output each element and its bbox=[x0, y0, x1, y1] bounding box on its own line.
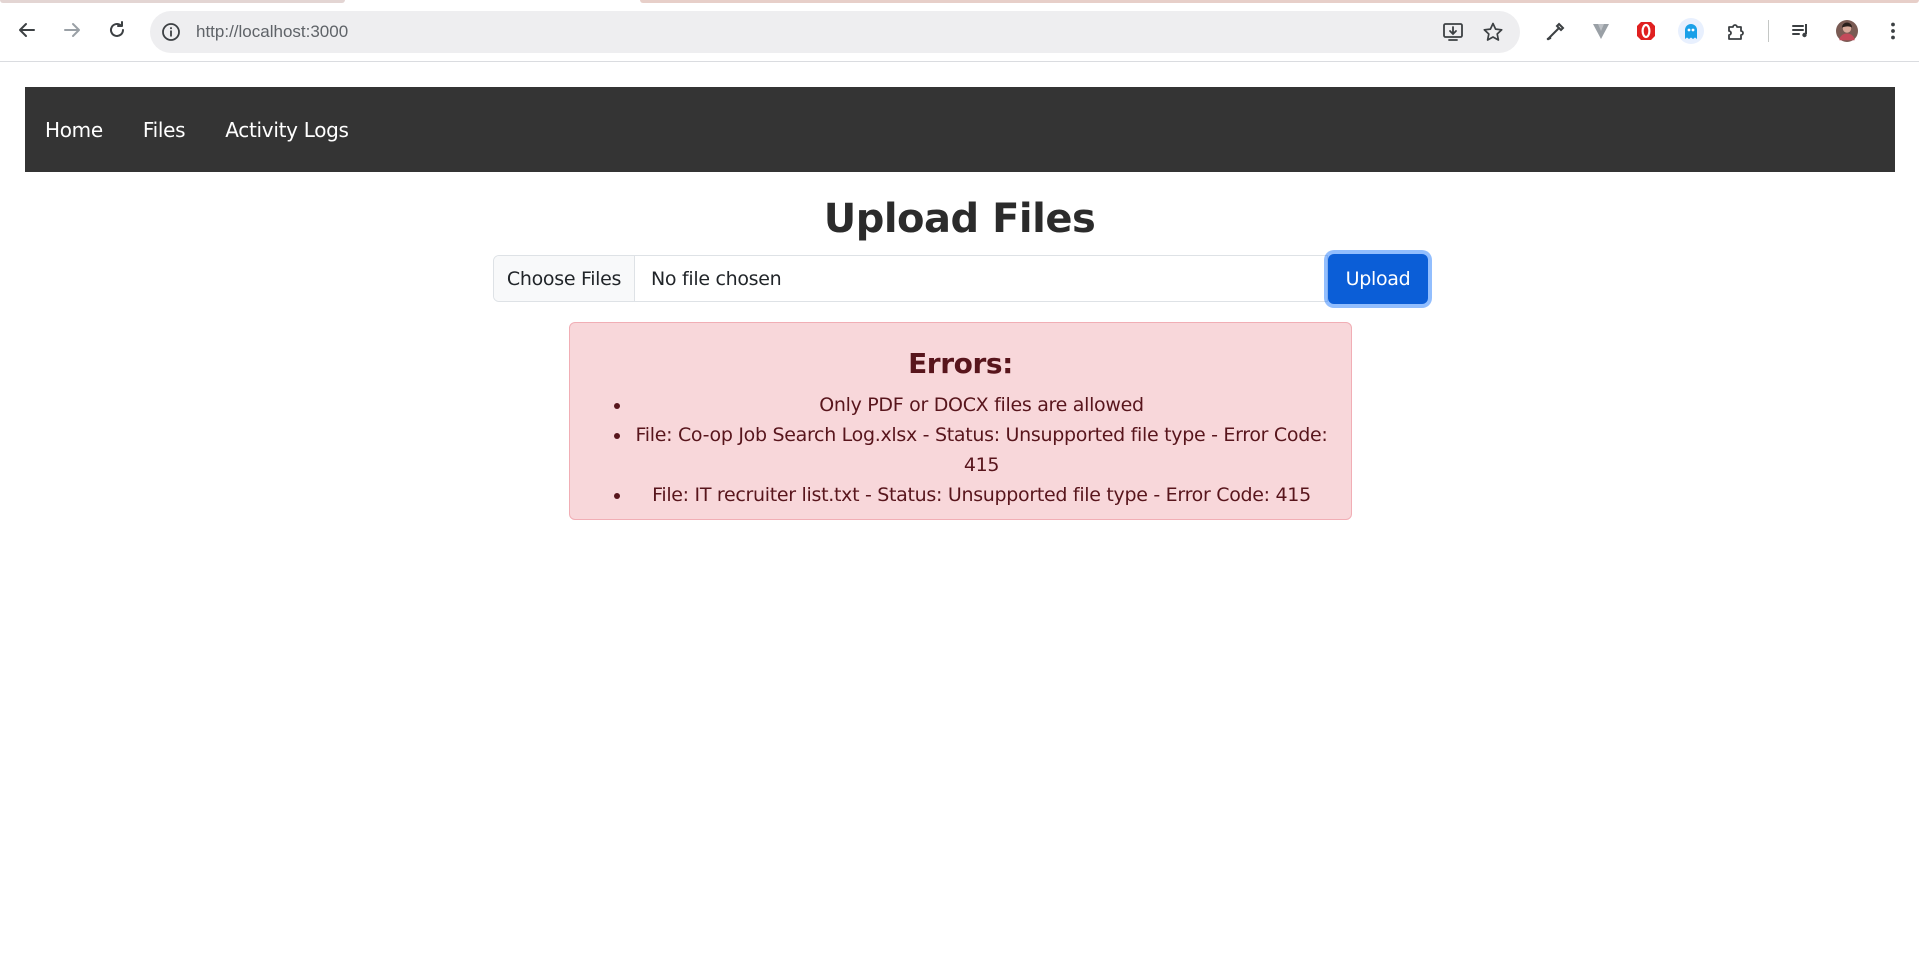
error-item: Only PDF or DOCX files are allowed bbox=[632, 390, 1331, 420]
upload-form: Choose Files No file chosen Upload bbox=[493, 254, 1428, 304]
tab-edge-left bbox=[0, 0, 345, 3]
choose-files-button[interactable]: Choose Files bbox=[494, 256, 635, 301]
tab-strip-edge bbox=[0, 0, 1919, 3]
nav-link-activity-logs[interactable]: Activity Logs bbox=[225, 118, 349, 142]
arrow-left-icon[interactable] bbox=[12, 15, 42, 45]
media-control-icon[interactable] bbox=[1788, 18, 1814, 44]
v-extension-icon[interactable] bbox=[1588, 18, 1614, 44]
error-alert: Errors: Only PDF or DOCX files are allow… bbox=[569, 322, 1352, 520]
browser-toolbar: http://localhost:3000 bbox=[0, 0, 1919, 62]
star-icon[interactable] bbox=[1481, 20, 1505, 44]
error-heading: Errors: bbox=[908, 347, 1013, 380]
page-title: Upload Files bbox=[823, 196, 1096, 242]
puzzle-icon[interactable] bbox=[1723, 18, 1749, 44]
avatar[interactable] bbox=[1834, 18, 1860, 44]
main-navbar: Home Files Activity Logs bbox=[25, 87, 1895, 172]
nav-link-home[interactable]: Home bbox=[45, 118, 103, 142]
url-text[interactable]: http://localhost:3000 bbox=[196, 21, 348, 43]
ghost-extension-icon[interactable] bbox=[1678, 18, 1704, 44]
eyedropper-icon[interactable] bbox=[1543, 18, 1569, 44]
error-item: File: Co-op Job Search Log.xlsx - Status… bbox=[632, 420, 1331, 480]
info-icon[interactable] bbox=[160, 21, 182, 43]
arrow-right-icon[interactable] bbox=[57, 15, 87, 45]
toolbar-divider bbox=[1768, 20, 1769, 42]
error-item: File: IT recruiter list.txt - Status: Un… bbox=[632, 480, 1331, 510]
upload-button[interactable]: Upload bbox=[1328, 254, 1428, 304]
tab-edge-right bbox=[640, 0, 1919, 3]
reload-icon[interactable] bbox=[102, 15, 132, 45]
error-list: Only PDF or DOCX files are allowed File:… bbox=[570, 390, 1351, 510]
opera-extension-icon[interactable] bbox=[1633, 18, 1659, 44]
install-app-icon[interactable] bbox=[1441, 20, 1465, 44]
address-bar[interactable]: http://localhost:3000 bbox=[150, 11, 1520, 53]
file-status-text: No file chosen bbox=[651, 267, 782, 290]
nav-link-files[interactable]: Files bbox=[143, 118, 186, 142]
kebab-menu-icon[interactable] bbox=[1880, 18, 1906, 44]
file-input[interactable]: Choose Files No file chosen bbox=[493, 255, 1328, 302]
